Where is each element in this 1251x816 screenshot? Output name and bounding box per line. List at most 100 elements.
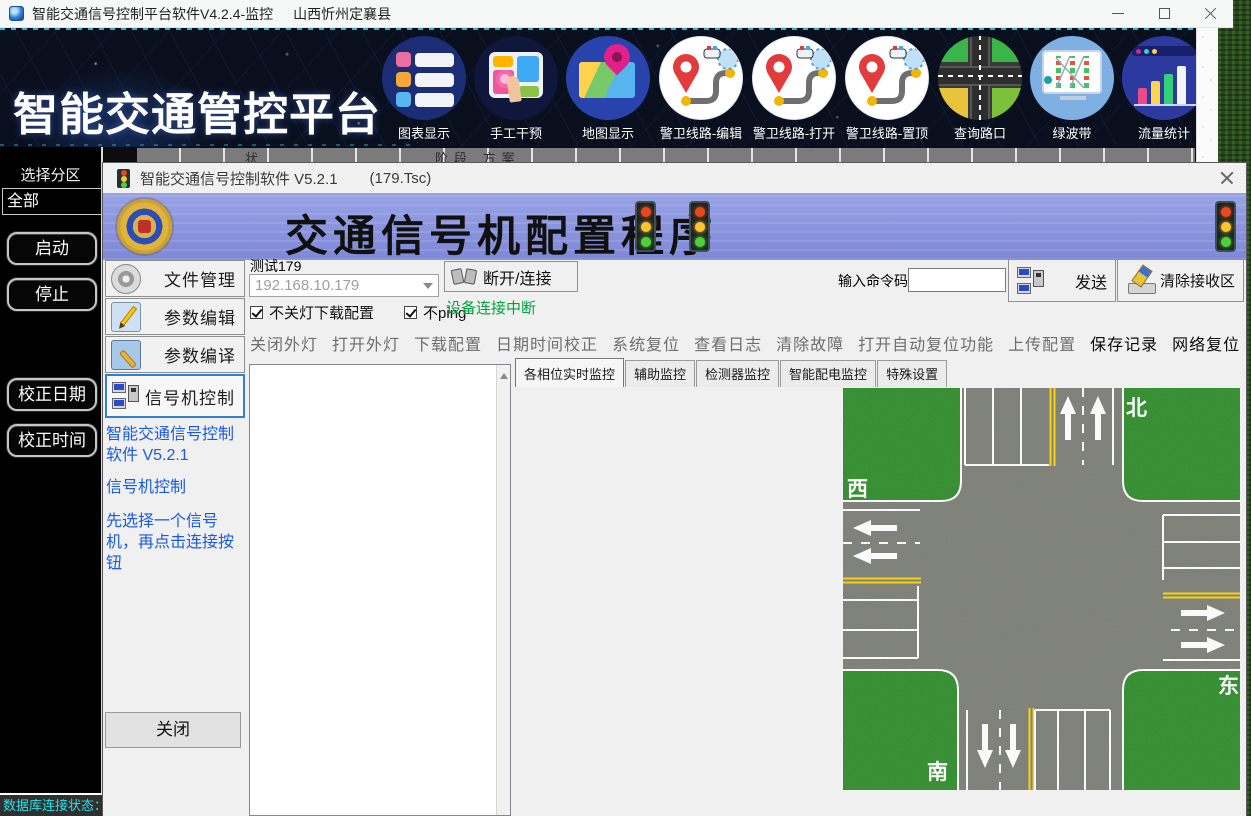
dialog-header-banner: 交通信号机配置程序: [103, 193, 1246, 260]
toolbar-manual-intervention[interactable]: 手工干预: [470, 36, 562, 142]
dialog-title: 智能交通信号控制软件 V5.2.1: [140, 168, 338, 189]
tab-phase-realtime[interactable]: 各相位实时监控: [515, 358, 624, 387]
manual-intervention-icon: [474, 36, 558, 120]
toolbar-guard-route-open[interactable]: 警卫线路-打开: [748, 36, 840, 142]
guard-route-top-icon: [845, 36, 929, 120]
menu-download-config[interactable]: 下载配置: [414, 331, 482, 355]
dialog-close-button[interactable]: [1220, 171, 1234, 185]
close-button[interactable]: [1187, 0, 1233, 27]
module-text: 信号机控制: [106, 477, 248, 498]
toolbar-chart-display[interactable]: 图表显示: [378, 36, 470, 142]
sidebar: 选择分区 全部 启动 停止 校正日期 校正时间: [0, 147, 103, 793]
menu-datetime-correct[interactable]: 日期时间校正: [496, 331, 598, 355]
device-ip-select[interactable]: 192.168.10.179: [249, 274, 439, 297]
command-input[interactable]: [908, 268, 1006, 292]
no-ping-checkbox[interactable]: [404, 306, 417, 319]
menu-lights-off[interactable]: 关闭外灯: [250, 331, 318, 355]
main-window-titlebar: 智能交通信号控制平台软件V4.2.4-监控 山西忻州定襄县: [0, 0, 1233, 28]
menu-view-log[interactable]: 查看日志: [694, 331, 762, 355]
tab-auxiliary[interactable]: 辅助监控: [625, 360, 695, 387]
background-table-header: 状 阶段 方案: [103, 147, 1196, 163]
toolbar-green-wave[interactable]: 绿波带: [1026, 36, 1118, 142]
menu-save-record[interactable]: 保存记录: [1090, 331, 1158, 355]
correct-date-button[interactable]: 校正日期: [7, 378, 97, 411]
guard-route-edit-icon: [659, 36, 743, 120]
intersection-diagram: 北 西 东 南: [843, 388, 1240, 790]
nav-file-management[interactable]: 文件管理: [105, 260, 245, 297]
toolbar-guard-route-edit[interactable]: 警卫线路-编辑: [655, 36, 747, 142]
chevron-down-icon: [423, 283, 433, 294]
menu-lights-on[interactable]: 打开外灯: [332, 331, 400, 355]
maximize-button[interactable]: [1141, 0, 1187, 27]
toolbar-flow-statistics[interactable]: 流量统计: [1118, 36, 1196, 142]
options-row: 不关灯下载配置 不ping: [250, 302, 466, 323]
traffic-light-icon: [117, 169, 130, 188]
clear-receive-button[interactable]: 清除接收区: [1117, 259, 1244, 302]
db-status-bar: 数据库连接状态：: [0, 793, 103, 816]
brush-icon: [1126, 266, 1156, 296]
connect-button[interactable]: 断开/连接: [444, 261, 578, 292]
tab-special[interactable]: 特殊设置: [877, 360, 947, 387]
scrollbar-up-arrow-icon: [500, 369, 508, 379]
nav-parameter-edit[interactable]: 参数编辑: [105, 298, 245, 335]
send-button[interactable]: 发送: [1008, 259, 1116, 302]
nav-parameter-compile[interactable]: 参数编译: [105, 336, 245, 373]
monitor-tabs: 各相位实时监控 辅助监控 检测器监控 智能配电监控 特殊设置: [515, 363, 948, 387]
signal-listbox[interactable]: [249, 364, 511, 816]
minimize-icon: [1112, 13, 1124, 14]
signal-control-dialog: 智能交通信号控制软件 V5.2.1 (179.Tsc) 交通信号机配置程序 文件…: [103, 163, 1246, 816]
plug-icon: [451, 267, 477, 287]
maximize-icon: [1159, 8, 1170, 19]
stop-button[interactable]: 停止: [7, 278, 97, 311]
menu-system-reset[interactable]: 系统复位: [612, 331, 680, 355]
pencil-icon: [111, 302, 141, 332]
connection-status: 设备连接中断: [446, 297, 536, 318]
tab-power[interactable]: 智能配电监控: [780, 360, 876, 387]
menu-upload-config[interactable]: 上传配置: [1008, 331, 1076, 355]
tab-detector[interactable]: 检测器监控: [696, 360, 779, 387]
correct-time-button[interactable]: 校正时间: [7, 424, 97, 457]
menu-network-reset[interactable]: 网络复位: [1172, 331, 1240, 355]
query-intersection-icon: [938, 36, 1022, 120]
dialog-titlebar: 智能交通信号控制软件 V5.2.1 (179.Tsc): [103, 163, 1246, 193]
partition-select[interactable]: 全部: [2, 188, 102, 215]
background-table-cells: [137, 148, 1195, 163]
traffic-light-icon: [635, 201, 656, 252]
no-light-checkbox[interactable]: [250, 306, 263, 319]
network-computers-icon: [1017, 266, 1047, 296]
toolbar-map-display[interactable]: 地图显示: [562, 36, 654, 142]
traffic-light-icon: [689, 201, 710, 252]
close-icon: [1204, 7, 1217, 20]
police-badge-icon: [117, 199, 172, 254]
network-computers-icon: [112, 381, 142, 411]
partition-label: 选择分区: [0, 164, 101, 185]
desktop: 智能交通信号控制平台软件V4.2.4-监控 山西忻州定襄县 智能交通管控平台 图…: [0, 0, 1251, 816]
banner: 智能交通管控平台 图表显示 手工干预 地图显: [0, 28, 1196, 147]
map-display-icon: [566, 36, 650, 120]
toolbar-query-intersection[interactable]: 查询路口: [934, 36, 1026, 142]
background-col-label: 状: [245, 148, 258, 163]
traffic-light-icon: [1215, 201, 1236, 252]
chart-display-icon: [382, 36, 466, 120]
main-window-region: 山西忻州定襄县: [293, 4, 391, 24]
platform-title: 智能交通管控平台: [13, 78, 381, 143]
menu-auto-reset[interactable]: 打开自动复位功能: [858, 331, 994, 355]
about-text: 智能交通信号控制软件 V5.2.1: [106, 424, 248, 466]
menu-clear-fault[interactable]: 清除故障: [776, 331, 844, 355]
main-window-title: 智能交通信号控制平台软件V4.2.4-监控: [32, 4, 273, 24]
hint-text: 先选择一个信号机，再点击连接按钮: [106, 511, 248, 574]
start-button[interactable]: 启动: [7, 232, 97, 265]
listbox-scrollbar[interactable]: [496, 365, 510, 815]
nav-signal-machine-control[interactable]: 信号机控制: [105, 374, 245, 418]
minimize-button[interactable]: [1095, 0, 1141, 27]
app-icon: [9, 6, 24, 21]
wrench-icon: [111, 340, 141, 370]
panel-close-button[interactable]: 关闭: [105, 712, 241, 748]
device-ip-value: 192.168.10.179: [255, 277, 359, 294]
no-light-label: 不关灯下载配置: [269, 302, 374, 323]
device-name-label: 测试179: [250, 256, 301, 276]
command-label: 输入命令码: [838, 271, 908, 291]
cd-icon: [111, 264, 141, 294]
toolbar-guard-route-top[interactable]: 警卫线路-置顶: [841, 36, 933, 142]
dialog-file-tag: (179.Tsc): [370, 170, 432, 187]
